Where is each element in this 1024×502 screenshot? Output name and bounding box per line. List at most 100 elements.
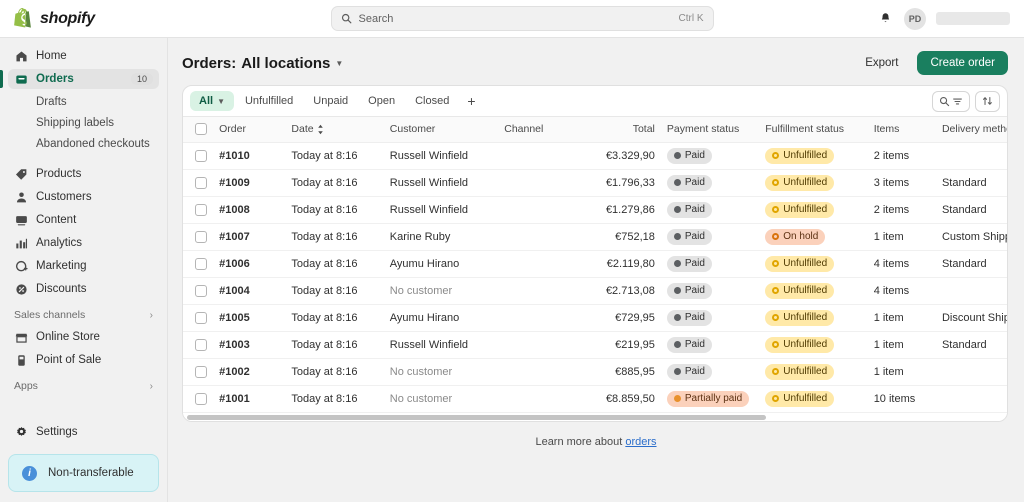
horizontal-scrollbar-thumb[interactable] [187, 415, 766, 420]
horizontal-scrollbar[interactable] [183, 412, 1007, 421]
cell-order[interactable]: #1004 [213, 277, 285, 304]
sidebar-item-discounts[interactable]: Discounts [8, 279, 159, 299]
sidebar-item-customers[interactable]: Customers [8, 187, 159, 207]
sidebar-item-home[interactable]: Home [8, 46, 159, 66]
sidebar-item-shipping-labels[interactable]: Shipping labels [8, 113, 159, 132]
table-row[interactable]: #1005Today at 8:16Ayumu Hirano€729,95Pai… [183, 304, 1007, 331]
table-row[interactable]: #1006Today at 8:16Ayumu Hirano€2.119,80P… [183, 250, 1007, 277]
cell-payment-status: Paid [661, 196, 759, 223]
table-row[interactable]: #1001Today at 8:16No customer€8.859,50Pa… [183, 385, 1007, 412]
page-title[interactable]: Orders: All locations ▼ [182, 55, 343, 72]
tab-open[interactable]: Open [359, 91, 404, 111]
filter-tab-bar: All ▼ Unfulfilled Unpaid Open Closed + [183, 86, 1007, 117]
column-customer[interactable]: Customer [384, 117, 498, 142]
page-header: Orders: All locations ▼ Export Create or… [168, 38, 1024, 85]
table-row[interactable]: #1004Today at 8:16No customer€2.713,08Pa… [183, 277, 1007, 304]
filter-icon [952, 96, 963, 107]
status-badge-payment: Paid [667, 310, 712, 326]
search-input[interactable]: Search Ctrl K [331, 6, 714, 31]
cell-date: Today at 8:16 [285, 196, 383, 223]
table-row[interactable]: #1002Today at 8:16No customer€885,95Paid… [183, 358, 1007, 385]
table-row[interactable]: #1007Today at 8:16Karine Ruby€752,18Paid… [183, 223, 1007, 250]
orders-table-scroll[interactable]: Order Date [183, 117, 1007, 412]
sidebar: Home Orders 10 Drafts Shipping labels Ab… [0, 38, 168, 502]
row-checkbox[interactable] [195, 177, 207, 189]
cell-order[interactable]: #1007 [213, 223, 285, 250]
column-channel[interactable]: Channel [498, 117, 580, 142]
row-checkbox[interactable] [195, 204, 207, 216]
sidebar-item-marketing[interactable]: Marketing [8, 256, 159, 276]
row-checkbox[interactable] [195, 312, 207, 324]
row-checkbox[interactable] [195, 366, 207, 378]
tab-closed[interactable]: Closed [406, 91, 458, 111]
tab-unfulfilled[interactable]: Unfulfilled [236, 91, 302, 111]
status-badge-fulfillment: Unfulfilled [765, 337, 834, 353]
cell-payment-status: Paid [661, 304, 759, 331]
search-icon [341, 13, 352, 24]
row-checkbox[interactable] [195, 285, 207, 297]
status-badge-payment: Paid [667, 283, 712, 299]
cell-order[interactable]: #1008 [213, 196, 285, 223]
column-date[interactable]: Date [285, 117, 383, 142]
column-delivery-method[interactable]: Delivery method [936, 117, 1007, 142]
table-row[interactable]: #1008Today at 8:16Russell Winfield€1.279… [183, 196, 1007, 223]
tab-all[interactable]: All ▼ [190, 91, 234, 111]
orders-help-link[interactable]: orders [625, 436, 656, 448]
table-row[interactable]: #1003Today at 8:16Russell Winfield€219,9… [183, 331, 1007, 358]
sidebar-section-apps[interactable]: Apps › [8, 377, 159, 395]
sidebar-item-content[interactable]: Content [8, 210, 159, 230]
tab-unpaid[interactable]: Unpaid [304, 91, 357, 111]
row-checkbox[interactable] [195, 231, 207, 243]
sidebar-item-orders[interactable]: Orders 10 [8, 69, 159, 89]
non-transferable-notice[interactable]: i Non-transferable [8, 454, 159, 492]
select-all-checkbox[interactable] [195, 123, 207, 135]
cell-order[interactable]: #1005 [213, 304, 285, 331]
sidebar-item-abandoned-checkouts[interactable]: Abandoned checkouts [8, 134, 159, 153]
sidebar-item-drafts[interactable]: Drafts [8, 92, 159, 111]
export-button[interactable]: Export [856, 52, 907, 74]
chevron-right-icon: › [150, 381, 153, 392]
cell-order[interactable]: #1003 [213, 331, 285, 358]
cell-order[interactable]: #1006 [213, 250, 285, 277]
column-fulfillment-status[interactable]: Fulfillment status [759, 117, 867, 142]
search-and-filter-button[interactable] [932, 91, 970, 112]
sidebar-item-online-store[interactable]: Online Store [8, 327, 159, 347]
status-badge-payment: Paid [667, 256, 712, 272]
cell-order[interactable]: #1001 [213, 385, 285, 412]
notifications-button[interactable] [876, 10, 894, 28]
column-payment-status[interactable]: Payment status [661, 117, 759, 142]
brand[interactable]: shopify [0, 8, 168, 29]
status-badge-fulfillment: Unfulfilled [765, 148, 834, 164]
table-row[interactable]: #1009Today at 8:16Russell Winfield€1.796… [183, 169, 1007, 196]
sidebar-item-point-of-sale[interactable]: Point of Sale [8, 350, 159, 370]
column-items[interactable]: Items [868, 117, 936, 142]
add-view-button[interactable]: + [460, 92, 482, 110]
sidebar-item-products-label: Products [36, 168, 153, 180]
page-title-text: Orders: [182, 55, 236, 72]
row-checkbox[interactable] [195, 393, 207, 405]
top-bar: shopify Search Ctrl K PD [0, 0, 1024, 38]
orders-count-badge: 10 [131, 73, 153, 85]
row-checkbox[interactable] [195, 339, 207, 351]
column-total[interactable]: Total [581, 117, 661, 142]
sidebar-item-analytics[interactable]: Analytics [8, 233, 159, 253]
column-date-sort[interactable]: Date [291, 123, 323, 135]
cell-order[interactable]: #1010 [213, 142, 285, 169]
status-dot-icon [772, 314, 779, 321]
sort-button[interactable] [975, 91, 1000, 112]
sidebar-section-sales-channels[interactable]: Sales channels › [8, 306, 159, 324]
sidebar-item-settings[interactable]: Settings [8, 422, 159, 442]
row-checkbox[interactable] [195, 258, 207, 270]
sidebar-item-products[interactable]: Products [8, 164, 159, 184]
app-shell: Home Orders 10 Drafts Shipping labels Ab… [0, 38, 1024, 502]
status-dot-icon [674, 287, 681, 294]
create-order-button[interactable]: Create order [917, 51, 1008, 75]
avatar[interactable]: PD [904, 8, 926, 30]
row-select-cell [183, 277, 213, 304]
cell-order[interactable]: #1002 [213, 358, 285, 385]
row-checkbox[interactable] [195, 150, 207, 162]
cell-order[interactable]: #1009 [213, 169, 285, 196]
column-order[interactable]: Order [213, 117, 285, 142]
cell-payment-status: Paid [661, 277, 759, 304]
table-row[interactable]: #1010Today at 8:16Russell Winfield€3.329… [183, 142, 1007, 169]
